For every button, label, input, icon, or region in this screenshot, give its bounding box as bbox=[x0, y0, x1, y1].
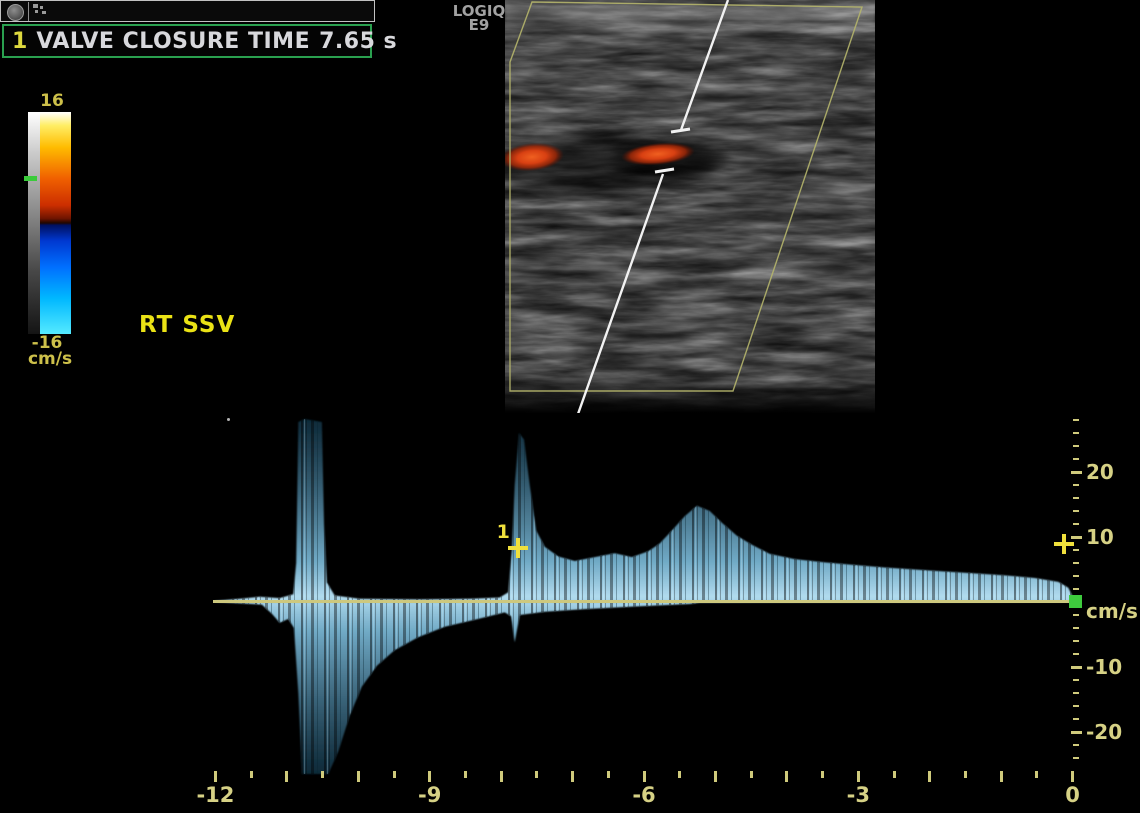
header-divider bbox=[28, 2, 29, 21]
time-tick-label: 0 bbox=[1038, 783, 1108, 807]
time-tick bbox=[1000, 771, 1003, 782]
measurement-number: 1 bbox=[12, 29, 27, 54]
velocity-tick bbox=[1073, 458, 1079, 460]
velocity-tick bbox=[1073, 692, 1079, 694]
time-tick bbox=[643, 771, 646, 782]
forward-flow-trace bbox=[215, 419, 1072, 602]
system-header-strip bbox=[0, 0, 375, 22]
velocity-tick bbox=[1073, 510, 1079, 512]
velocity-tick-label: 20 bbox=[1086, 460, 1114, 484]
measurement-caliper-1[interactable]: 1 bbox=[508, 538, 528, 558]
velocity-tick bbox=[1073, 653, 1079, 655]
system-status-glyph bbox=[40, 6, 43, 9]
time-tick bbox=[357, 771, 360, 782]
caliper-cross-v bbox=[1062, 534, 1066, 554]
velocity-tick bbox=[1073, 523, 1079, 525]
caliper-cross-v bbox=[516, 538, 520, 558]
color-doppler-bar bbox=[40, 112, 71, 334]
time-tick bbox=[464, 771, 467, 778]
velocity-tick bbox=[1073, 419, 1079, 421]
caliper-number: 1 bbox=[497, 521, 510, 543]
velocity-tick bbox=[1071, 731, 1082, 734]
velocity-tick bbox=[1073, 484, 1079, 486]
time-tick bbox=[571, 771, 574, 782]
velocity-tick bbox=[1071, 666, 1082, 669]
time-tick bbox=[678, 771, 681, 778]
tissue-speckle-texture bbox=[505, 0, 875, 413]
velocity-tick bbox=[1073, 640, 1079, 642]
time-tick bbox=[714, 771, 717, 782]
velocity-tick bbox=[1073, 445, 1079, 447]
measurement-label: VALVE CLOSURE TIME bbox=[36, 29, 310, 54]
time-tick bbox=[393, 771, 396, 778]
system-status-glyph bbox=[42, 11, 46, 14]
time-tick bbox=[285, 771, 288, 782]
velocity-tick bbox=[1073, 627, 1079, 629]
time-tick bbox=[750, 771, 753, 778]
noise-dot bbox=[227, 418, 230, 421]
velocity-tick-label: -20 bbox=[1086, 720, 1122, 744]
system-status-glyph bbox=[35, 10, 38, 13]
measurement-result-box[interactable]: 1 VALVE CLOSURE TIME 7.65 s bbox=[2, 24, 372, 58]
time-tick bbox=[857, 771, 860, 782]
logo-line2: E9 bbox=[446, 18, 512, 32]
time-tick bbox=[250, 771, 253, 778]
colorbar-max-label: 16 bbox=[30, 91, 74, 111]
time-tick bbox=[893, 771, 896, 778]
time-tick-label: -9 bbox=[395, 783, 465, 807]
time-tick bbox=[785, 771, 788, 782]
colorbar-unit-label: cm/s bbox=[22, 349, 78, 369]
probe-status-icon bbox=[7, 4, 24, 21]
time-tick bbox=[500, 771, 503, 782]
velocity-tick bbox=[1073, 432, 1079, 434]
baseline-position-marker[interactable] bbox=[1069, 595, 1082, 608]
velocity-tick bbox=[1073, 718, 1079, 720]
velocity-tick bbox=[1073, 679, 1079, 681]
time-tick bbox=[928, 771, 931, 782]
time-tick bbox=[821, 771, 824, 778]
velocity-tick bbox=[1071, 471, 1082, 474]
time-tick bbox=[321, 771, 324, 778]
forward-flow-streaks bbox=[215, 419, 1072, 602]
reverse-flow-streaks bbox=[215, 602, 1072, 774]
skin-line-echo bbox=[505, 5, 875, 21]
spectral-baseline bbox=[213, 600, 1073, 603]
time-tick bbox=[1035, 771, 1038, 778]
velocity-tick bbox=[1073, 757, 1079, 759]
grayscale-bar bbox=[28, 112, 40, 334]
velocity-tick bbox=[1073, 588, 1079, 590]
time-tick bbox=[214, 771, 217, 782]
body-site-annotation[interactable]: RT SSV bbox=[139, 312, 235, 338]
time-tick-label: -6 bbox=[609, 783, 679, 807]
time-tick bbox=[535, 771, 538, 778]
velocity-unit-label: cm/s bbox=[1086, 599, 1138, 623]
velocity-tick-label: -10 bbox=[1086, 655, 1122, 679]
velocity-tick bbox=[1073, 575, 1079, 577]
time-tick bbox=[428, 771, 431, 782]
velocity-tick bbox=[1073, 497, 1079, 499]
ultrasound-screen: 1 VALVE CLOSURE TIME 7.65 s LOGIQ E9 16 … bbox=[0, 0, 1140, 813]
measurement-caliper[interactable] bbox=[1054, 534, 1074, 554]
time-tick bbox=[964, 771, 967, 778]
subcutaneous-echo bbox=[505, 22, 875, 32]
bmode-image[interactable] bbox=[505, 0, 875, 413]
velocity-tick bbox=[1073, 562, 1079, 564]
time-tick bbox=[607, 771, 610, 778]
machine-logo: LOGIQ E9 bbox=[446, 4, 512, 32]
time-tick-label: -3 bbox=[823, 783, 893, 807]
measurement-value: 7.65 s bbox=[319, 29, 397, 54]
velocity-tick bbox=[1073, 705, 1079, 707]
time-tick bbox=[1071, 771, 1074, 782]
velocity-tick bbox=[1073, 744, 1079, 746]
time-tick-label: -12 bbox=[180, 783, 250, 807]
velocity-tick-label: 10 bbox=[1086, 525, 1114, 549]
reverse-flow-trace bbox=[215, 602, 1072, 774]
image-bottom-fade bbox=[505, 372, 875, 413]
velocity-tick bbox=[1073, 614, 1079, 616]
system-status-glyph bbox=[33, 4, 38, 8]
gray-map-marker bbox=[24, 176, 37, 181]
